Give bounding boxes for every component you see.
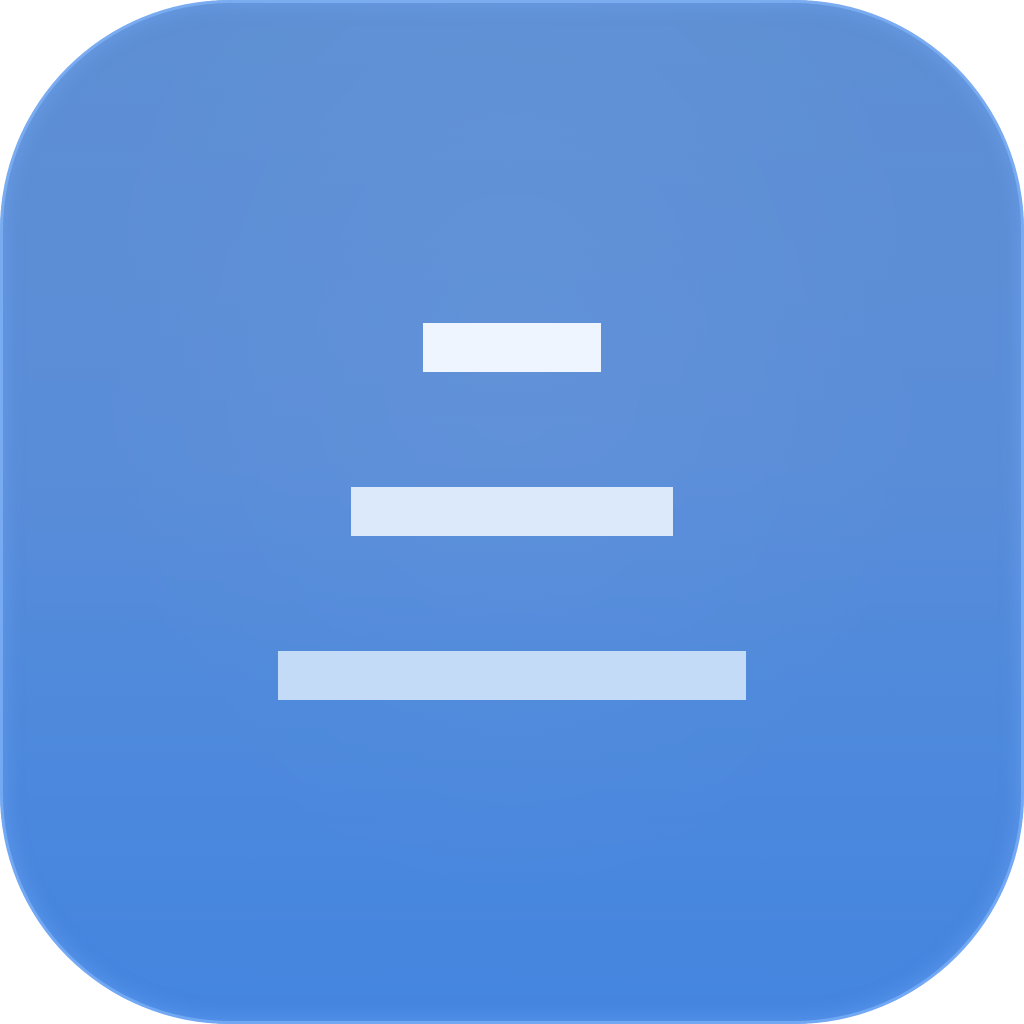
alignment-bar-top [423,323,601,372]
alignment-bar-bottom [278,651,746,700]
centered-text-alignment-icon [0,0,1024,1024]
alignment-bar-middle [351,487,673,536]
app-icon-tile[interactable] [0,0,1024,1024]
